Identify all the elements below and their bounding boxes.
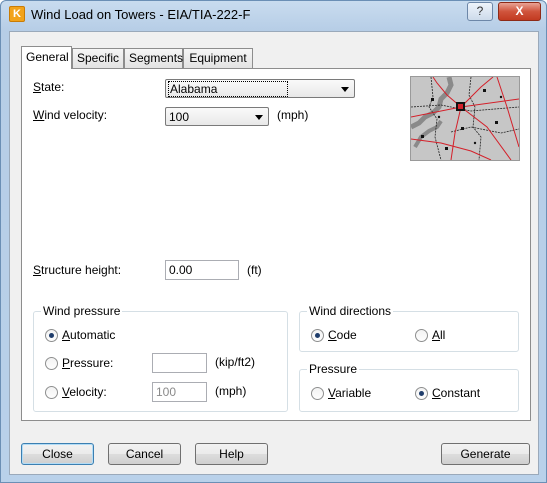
radio-circle	[45, 329, 58, 342]
title-close-button[interactable]: X	[498, 2, 541, 21]
velocity-rest: elocity:	[69, 385, 107, 399]
velocity-radio-label: Velocity:	[62, 385, 107, 399]
code-radio[interactable]: Code	[311, 328, 371, 344]
window-title: Wind Load on Towers - EIA/TIA-222-F	[31, 7, 251, 22]
code-mnemonic: C	[328, 328, 337, 342]
radio-circle	[415, 387, 428, 400]
radio-circle	[45, 386, 58, 399]
tab-specific[interactable]: Specific	[72, 48, 124, 68]
state-select[interactable]: Alabama	[165, 79, 355, 98]
title-help-button[interactable]: ?	[467, 2, 493, 21]
wind-velocity-unit: (mph)	[277, 108, 309, 122]
constant-radio[interactable]: Constant	[415, 386, 495, 402]
state-label-mnemonic: S	[33, 80, 42, 94]
radio-selected-dot	[419, 391, 424, 396]
radio-selected-dot	[49, 333, 54, 338]
variable-rest: ariable	[335, 386, 372, 400]
pressure-group: Pressure Variable Constant	[299, 362, 519, 412]
chevron-down-icon	[255, 115, 263, 120]
radio-selected-dot	[315, 333, 320, 338]
state-map-image	[409, 76, 520, 161]
structure-height-label-mnemonic: S	[33, 263, 42, 277]
all-radio-label: All	[432, 328, 445, 342]
tab-equipment[interactable]: Equipment	[183, 48, 253, 68]
pressure-group-title: Pressure	[307, 362, 360, 376]
pressure-radio[interactable]: Pressure:	[45, 356, 135, 372]
title-bar[interactable]: K Wind Load on Towers - EIA/TIA-222-F ? …	[1, 1, 546, 29]
wind-directions-group-title: Wind directions	[307, 304, 394, 318]
cancel-button[interactable]: Cancel	[108, 443, 181, 465]
automatic-radio-label: Automatic	[62, 328, 115, 342]
radio-circle	[415, 329, 428, 342]
wind-velocity-label: Wind velocity:	[33, 108, 107, 122]
wind-pressure-group-title: Wind pressure	[41, 304, 123, 318]
code-rest: ode	[336, 328, 357, 342]
pressure-input[interactable]	[152, 353, 207, 373]
general-tab-panel: State: Alabama Wind velocity: 100 (mph)	[21, 68, 531, 421]
state-label-rest: tate:	[41, 80, 65, 94]
app-logo-icon: K	[9, 6, 25, 22]
help-button[interactable]: Help	[195, 443, 268, 465]
variable-radio[interactable]: Variable	[311, 386, 381, 402]
dialog-window: K Wind Load on Towers - EIA/TIA-222-F ? …	[0, 0, 547, 483]
wind-velocity-select[interactable]: 100	[165, 107, 269, 126]
generate-button[interactable]: Generate	[441, 443, 530, 465]
radio-circle	[311, 329, 324, 342]
velocity-input[interactable]: 100	[152, 382, 207, 402]
structure-height-label: Structure height:	[33, 263, 121, 277]
wind-velocity-label-mnemonic: W	[33, 108, 45, 122]
close-button[interactable]: Close	[21, 443, 94, 465]
all-radio[interactable]: All	[415, 328, 465, 344]
radio-circle	[311, 387, 324, 400]
constant-mnemonic: C	[432, 386, 441, 400]
all-rest: ll	[440, 328, 446, 342]
automatic-mnemonic: A	[62, 328, 71, 342]
structure-height-label-rest: tructure height:	[41, 263, 122, 277]
state-select-value: Alabama	[167, 81, 289, 97]
pressure-unit: (kip/ft2)	[215, 355, 256, 369]
chevron-down-icon	[341, 87, 349, 92]
dialog-client-area: General Specific Segments Equipment Stat…	[9, 31, 539, 475]
velocity-unit: (mph)	[215, 384, 247, 398]
radio-circle	[45, 357, 58, 370]
code-radio-label: Code	[328, 328, 357, 342]
tab-segments[interactable]: Segments	[124, 48, 183, 68]
wind-velocity-select-value: 100	[169, 110, 190, 124]
structure-height-unit: (ft)	[247, 263, 262, 277]
constant-rest: onstant	[440, 386, 481, 400]
state-map-svg	[409, 76, 520, 161]
constant-radio-label: Constant	[432, 386, 480, 400]
variable-radio-label: Variable	[328, 386, 371, 400]
automatic-rest: utomatic	[70, 328, 116, 342]
wind-velocity-label-rest: ind velocity:	[44, 108, 108, 122]
velocity-radio[interactable]: Velocity:	[45, 385, 135, 401]
structure-height-input[interactable]: 0.00	[165, 260, 239, 280]
all-mnemonic: A	[432, 328, 441, 342]
automatic-radio[interactable]: Automatic	[45, 328, 135, 344]
pressure-mnemonic: P	[62, 356, 71, 370]
pressure-radio-label: Pressure:	[62, 356, 113, 370]
state-label: State:	[33, 80, 64, 94]
wind-directions-group: Wind directions Code All	[299, 304, 519, 352]
pressure-rest: ressure:	[70, 356, 114, 370]
tab-general[interactable]: General	[21, 46, 72, 69]
wind-pressure-group: Wind pressure Automatic Pressure: (kip/f…	[33, 304, 288, 412]
